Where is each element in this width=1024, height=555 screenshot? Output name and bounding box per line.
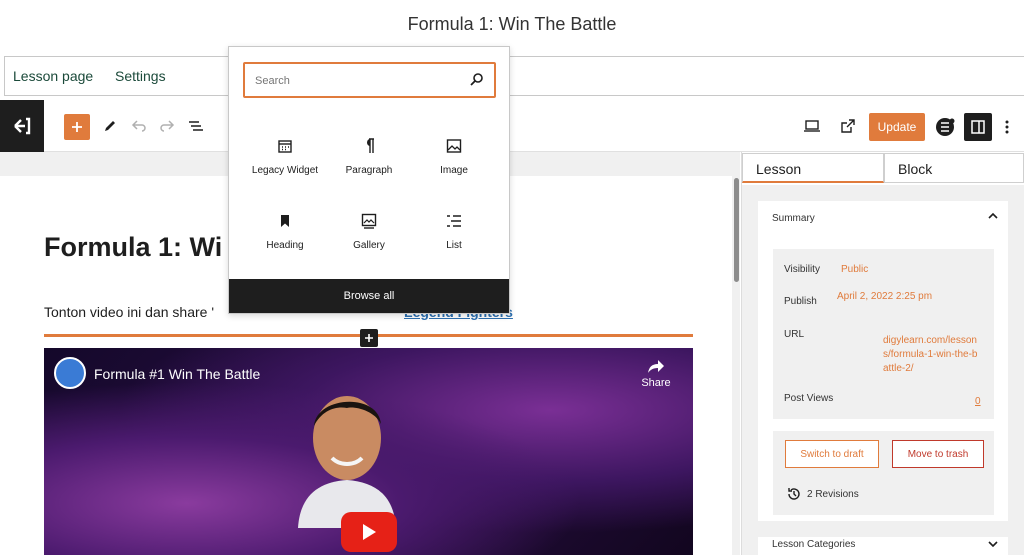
list-view-icon[interactable] bbox=[187, 118, 205, 134]
lesson-categories-panel: Lesson Categories bbox=[758, 537, 1008, 555]
sidebar-tab-lesson[interactable]: Lesson bbox=[742, 153, 884, 183]
post-title[interactable]: Formula 1: Wi bbox=[44, 232, 222, 263]
summary-heading[interactable]: Summary bbox=[772, 213, 815, 224]
pencil-icon[interactable] bbox=[102, 118, 118, 134]
paragraph-icon bbox=[327, 135, 411, 157]
visibility-value[interactable]: Public bbox=[841, 264, 868, 275]
wp-back-icon[interactable] bbox=[0, 100, 44, 152]
redo-icon[interactable] bbox=[158, 118, 176, 134]
presenter-image bbox=[298, 396, 396, 528]
sidebar-tab-block[interactable]: Block bbox=[884, 153, 1024, 183]
url-label: URL bbox=[784, 329, 805, 340]
block-heading[interactable]: Heading bbox=[243, 210, 327, 251]
paragraph-text: Tonton video ini dan share ' bbox=[44, 304, 215, 320]
visibility-label: Visibility bbox=[784, 264, 820, 275]
block-search bbox=[243, 62, 496, 98]
history-icon bbox=[788, 488, 800, 500]
block-list[interactable]: List bbox=[412, 210, 496, 251]
browse-all-button[interactable]: Browse all bbox=[229, 279, 509, 313]
share-button[interactable]: Share bbox=[640, 358, 672, 389]
canvas-scrollbar[interactable] bbox=[734, 178, 739, 282]
list-icon bbox=[412, 210, 496, 232]
url-value[interactable]: digylearn.com/lessons/formula-1-win-the-… bbox=[883, 334, 979, 376]
revisions-link[interactable]: 2 Revisions bbox=[787, 487, 859, 501]
switch-to-draft-button[interactable]: Switch to draft bbox=[785, 440, 879, 468]
plugin-e-icon[interactable] bbox=[934, 116, 956, 138]
summary-fields: Visibility Public Publish April 2, 2022 … bbox=[773, 249, 994, 419]
sidebar-body: Summary Visibility Public Publish April … bbox=[742, 185, 1024, 555]
lesson-categories-heading[interactable]: Lesson Categories bbox=[772, 539, 855, 550]
post-actions: Switch to draft Move to trash 2 Revision… bbox=[773, 431, 994, 515]
tab-settings[interactable]: Settings bbox=[115, 68, 166, 84]
tab-lesson-page[interactable]: Lesson page bbox=[13, 68, 93, 84]
external-link-icon[interactable] bbox=[839, 118, 857, 134]
page-tabs: Lesson page Settings bbox=[4, 56, 1024, 96]
image-icon bbox=[412, 135, 496, 157]
bookmark-icon bbox=[243, 210, 327, 232]
share-icon bbox=[648, 360, 664, 373]
block-search-input[interactable] bbox=[255, 72, 455, 90]
move-to-trash-button[interactable]: Move to trash bbox=[892, 440, 984, 468]
page-title: Formula 1: Win The Battle bbox=[407, 14, 617, 34]
summary-panel: Summary Visibility Public Publish April … bbox=[758, 201, 1008, 521]
play-icon bbox=[363, 524, 376, 540]
search-icon[interactable] bbox=[470, 72, 484, 91]
calendar-icon bbox=[243, 135, 327, 157]
settings-sidebar: Lesson Block Summary Visibility Public P… bbox=[741, 152, 1024, 555]
more-options-icon[interactable] bbox=[1002, 118, 1012, 136]
play-button[interactable] bbox=[341, 512, 397, 552]
post-views-label: Post Views bbox=[784, 393, 834, 404]
youtube-embed[interactable]: Formula #1 Win The Battle Share bbox=[44, 348, 693, 555]
inline-inserter-plus-icon[interactable] bbox=[360, 329, 378, 347]
preview-icon[interactable] bbox=[803, 118, 821, 134]
editor-toolbar: Update bbox=[0, 100, 1024, 152]
block-inserter-popover: Legacy Widget Paragraph Image Heading Ga… bbox=[228, 46, 510, 314]
block-gallery[interactable]: Gallery bbox=[327, 210, 411, 251]
undo-icon[interactable] bbox=[130, 118, 148, 134]
block-paragraph[interactable]: Paragraph bbox=[327, 135, 411, 176]
add-block-button[interactable] bbox=[64, 114, 90, 140]
publish-label: Publish bbox=[784, 296, 817, 307]
chevron-up-icon[interactable] bbox=[988, 211, 998, 223]
publish-value[interactable]: April 2, 2022 2:25 pm bbox=[837, 291, 932, 302]
update-button[interactable]: Update bbox=[869, 113, 925, 141]
block-image[interactable]: Image bbox=[412, 135, 496, 176]
video-title[interactable]: Formula #1 Win The Battle bbox=[94, 366, 260, 382]
post-views-value[interactable]: 0 bbox=[975, 396, 981, 407]
channel-avatar[interactable] bbox=[54, 357, 86, 389]
chevron-down-icon[interactable] bbox=[988, 539, 998, 551]
gallery-icon bbox=[327, 210, 411, 232]
settings-sidebar-toggle[interactable] bbox=[964, 113, 992, 141]
block-legacy-widget[interactable]: Legacy Widget bbox=[243, 135, 327, 176]
